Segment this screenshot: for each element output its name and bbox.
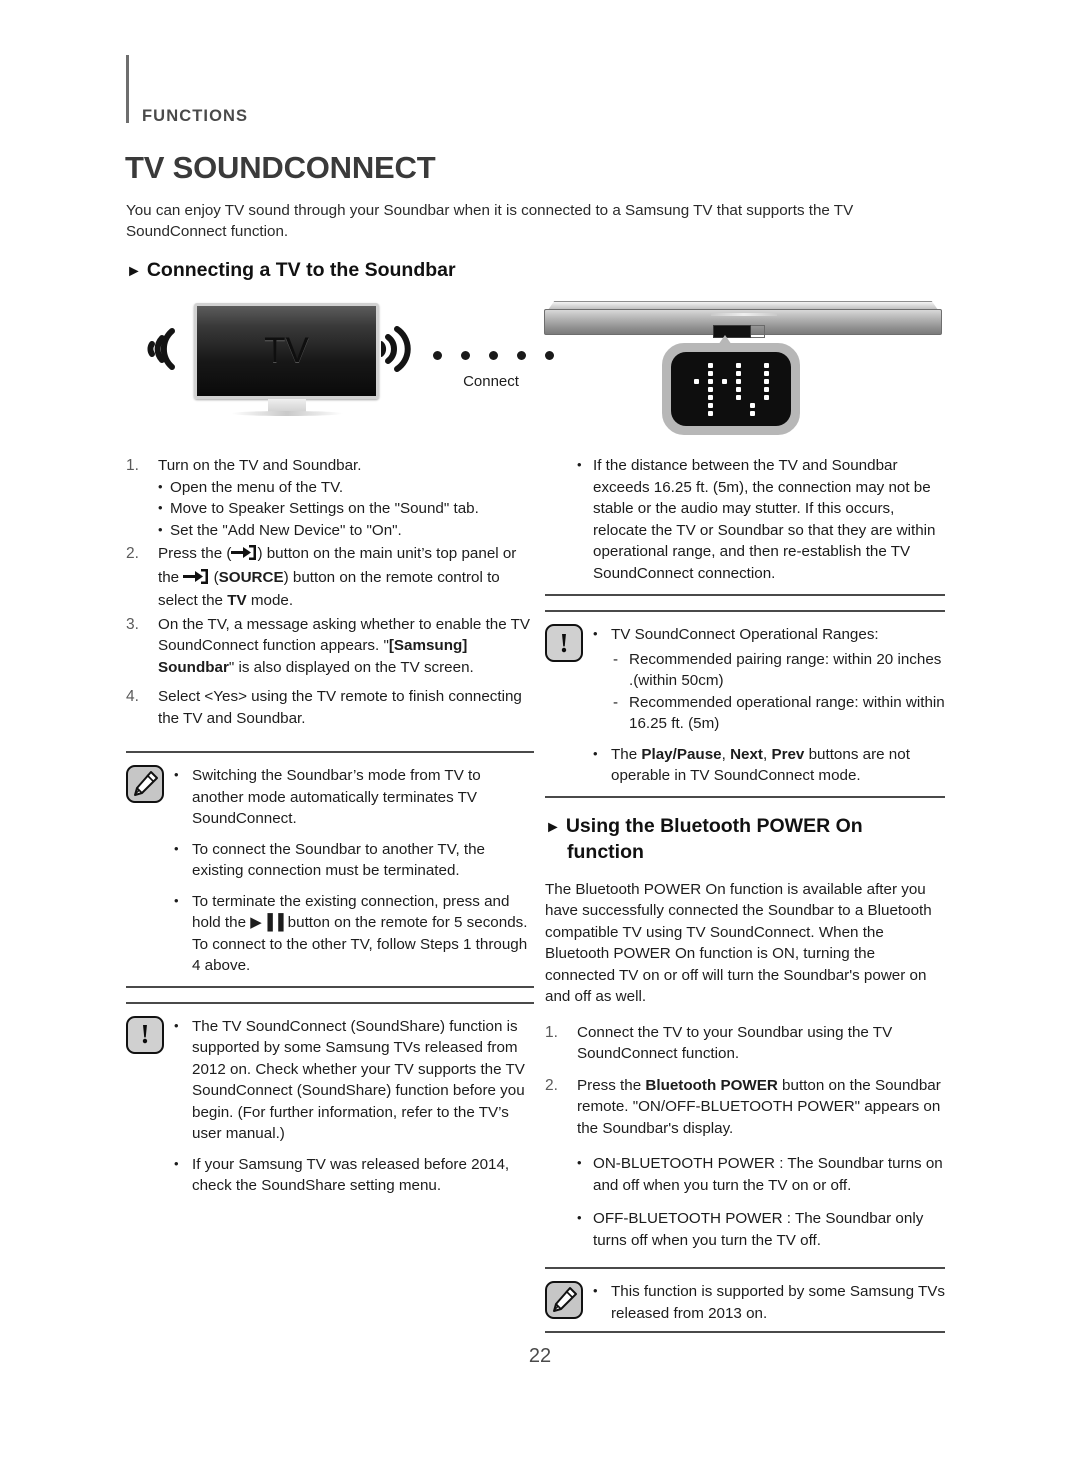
step-item: 2. Press the Bluetooth POWER button on t… [545, 1075, 945, 1140]
footer-divider [545, 1331, 945, 1333]
bluetooth-power-paragraph: The Bluetooth POWER On function is avail… [545, 880, 932, 1006]
bluetooth-power-bullets: ON-BLUETOOTH POWER : The Soundbar turns … [569, 1152, 945, 1251]
figure-tv-wireless: TV Connect [126, 295, 554, 445]
step-item: 4. Select <Yes> using the TV remote to f… [126, 686, 534, 729]
heading-bluetooth-power-line2: function [567, 840, 644, 863]
note-box-left: Switching the Soundbar’s mode from TV to… [126, 751, 534, 988]
caution-subitem: Recommended pairing range: within 20 inc… [611, 649, 945, 692]
step-item: 3. On the TV, a message asking whether t… [126, 614, 534, 679]
caution-exclamation-icon: ! [545, 624, 591, 787]
source-icon [231, 545, 257, 567]
soundbar-display-callout [662, 343, 800, 435]
step-number: 4. [126, 688, 139, 705]
caution-item-label: TV SoundConnect Operational Ranges: [611, 626, 879, 643]
header-accent-bar [126, 55, 129, 123]
caution-icon-box: ! [545, 624, 583, 662]
caution-exclamation-icon: ! [126, 1015, 172, 1197]
note-items-right-bottom: This function is supported by some Samsu… [591, 1280, 945, 1324]
caution-item: The Play/Pause, Next, Prev buttons are n… [591, 743, 945, 787]
divider [545, 594, 945, 596]
triangle-bullet-icon: ► [126, 263, 142, 280]
caution-box-left: ! The TV SoundConnect (SoundShare) funct… [126, 1001, 534, 1197]
caution-subitem: Recommended operational range: within wi… [611, 692, 945, 735]
note-item: To connect the Soundbar to another TV, t… [172, 838, 534, 882]
right-column: If the distance between the TV and Sound… [545, 454, 945, 1324]
soundbar-front [544, 309, 942, 338]
connecting-steps-list: 1. Turn on the TV and Soundbar. Open the… [126, 455, 534, 729]
note-box-right-top: If the distance between the TV and Sound… [545, 454, 945, 596]
step-text: Turn on the TV and Soundbar. [158, 457, 362, 474]
step-item: 1. Turn on the TV and Soundbar. Open the… [126, 455, 534, 541]
left-column: 1. Turn on the TV and Soundbar. Open the… [126, 455, 534, 1197]
step-number: 2. [545, 1076, 558, 1094]
bluetooth-power-steps: 1. Connect the TV to your Soundbar using… [545, 1022, 945, 1140]
dot-matrix-tv-text [693, 362, 769, 416]
connection-dots-icon [433, 351, 554, 360]
intro-paragraph: You can enjoy TV sound through your Soun… [126, 202, 854, 240]
page-title: TV SOUNDCONNECT [125, 150, 436, 185]
caution-icon-box: ! [126, 1015, 164, 1054]
note-items-left: Switching the Soundbar’s mode from TV to… [172, 764, 534, 977]
step-item: 2. Press the () button on the main unit’… [126, 543, 534, 612]
step-number: 3. [126, 615, 139, 633]
sound-wave-right-icon [381, 323, 429, 375]
heading-connecting-tv: ► Connecting a TV to the Soundbar [126, 258, 586, 284]
tv-screen: TV [194, 303, 379, 399]
step-number: 1. [126, 457, 139, 474]
triangle-bullet-icon: ► [545, 818, 561, 836]
exclamation-glyph: ! [140, 1019, 150, 1049]
exclamation-glyph: ! [559, 627, 569, 658]
caution-item: The TV SoundConnect (SoundShare) functio… [172, 1015, 534, 1145]
heading-bluetooth-power: ► Using the Bluetooth POWER On function [545, 814, 945, 865]
step-item: 1. Connect the TV to your Soundbar using… [545, 1022, 945, 1065]
step-subitems: Open the menu of the TV. Move to Speaker… [158, 476, 534, 542]
divider [545, 795, 945, 798]
divider [126, 985, 534, 988]
bullet-item: ON-BLUETOOTH POWER : The Soundbar turns … [569, 1152, 945, 1196]
sub-item: Open the menu of the TV. [158, 476, 534, 499]
note-item: Switching the Soundbar’s mode from TV to… [172, 764, 534, 830]
caution-items-left: The TV SoundConnect (SoundShare) functio… [172, 1015, 534, 1197]
sub-item: Set the "Add New Device" to "On". [158, 519, 534, 542]
heading-connecting-tv-label: Connecting a TV to the Soundbar [146, 259, 456, 281]
tv-stand-base [231, 411, 343, 416]
page-number: 22 [528, 1345, 552, 1367]
note-pencil-icon [126, 765, 172, 977]
step-text: Connect the TV to your Soundbar using th… [577, 1023, 893, 1063]
step-text: Press the () button on the main unit’s t… [158, 545, 517, 609]
caution-box-right: ! TV SoundConnect Operational Ranges: Re… [545, 610, 945, 798]
source-icon [183, 568, 209, 591]
step-text: Select <Yes> using the TV remote to fini… [158, 688, 522, 727]
note-icon-box [545, 1281, 583, 1319]
step-number: 2. [126, 545, 139, 562]
figure-soundbar [540, 295, 950, 445]
soundbar-display-screen [671, 352, 791, 426]
heading-bluetooth-power-line1: Using the Bluetooth POWER On [565, 814, 863, 837]
note-icon-box [126, 765, 164, 803]
note-box-right-bottom: This function is supported by some Samsu… [545, 1267, 945, 1324]
step-number: 1. [545, 1023, 558, 1041]
sub-item: Move to Speaker Settings on the "Sound" … [158, 497, 534, 520]
caution-item: If your Samsung TV was released before 2… [172, 1153, 534, 1197]
note-item: To terminate the existing connection, pr… [172, 890, 534, 977]
sound-wave-left-icon [140, 321, 192, 377]
note-items-right-top: If the distance between the TV and Sound… [569, 454, 945, 584]
soundbar-vent [711, 313, 777, 316]
connect-label: Connect [463, 373, 519, 390]
step-text: On the TV, a message asking whether to e… [158, 615, 531, 676]
section-label: FUNCTIONS [142, 107, 249, 125]
note-item: If the distance between the TV and Sound… [569, 454, 945, 584]
caution-items-right: TV SoundConnect Operational Ranges: Reco… [591, 623, 945, 787]
tv-screen-label: TV [264, 331, 309, 370]
caution-item: TV SoundConnect Operational Ranges: Reco… [591, 623, 945, 735]
note-item: This function is supported by some Samsu… [591, 1280, 945, 1324]
caution-subitems: Recommended pairing range: within 20 inc… [611, 649, 945, 735]
step-text: Press the Bluetooth POWER button on the … [577, 1076, 941, 1137]
note-pencil-icon [545, 1281, 591, 1324]
bullet-item: OFF-BLUETOOTH POWER : The Soundbar only … [569, 1207, 945, 1251]
